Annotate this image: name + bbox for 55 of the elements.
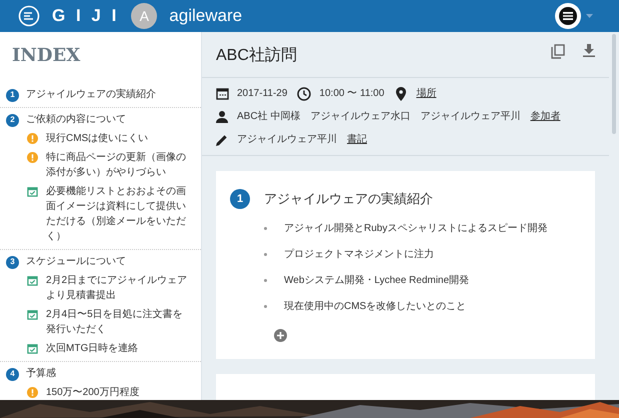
meeting-time: 10:00 〜 11:00 xyxy=(319,87,384,101)
section-number: 1 xyxy=(6,88,19,102)
topic-note: 現在使用中のCMSを改修したいとのこと xyxy=(284,300,466,314)
writer-link[interactable]: 書記 xyxy=(347,132,367,147)
section-title[interactable]: ご依頼の内容について xyxy=(26,113,126,127)
clock-icon xyxy=(297,86,312,100)
meeting-title: ABC社訪問 xyxy=(216,46,297,66)
index-item[interactable]: 特に商品ページの更新（画像の添付が多い）がやりづらい xyxy=(46,150,191,180)
user-menu-icon[interactable] xyxy=(554,2,582,30)
bullet-icon xyxy=(264,304,267,308)
attendee-name: ABC社 中岡様 xyxy=(237,110,300,124)
bullet-icon xyxy=(264,278,267,282)
location-pin-icon xyxy=(396,86,406,100)
download-icon[interactable] xyxy=(583,44,595,57)
topic-note: Webシステム開発・Lychee Redmine開発 xyxy=(284,274,470,288)
bullet-icon xyxy=(264,226,267,230)
index-item[interactable]: 150万〜200万円程度 xyxy=(46,385,140,400)
section-number: 4 xyxy=(6,368,19,380)
place-link[interactable]: 場所 xyxy=(416,86,436,101)
section-number: 1 xyxy=(230,189,250,209)
section-title[interactable]: アジャイルウェアの実績紹介 xyxy=(26,88,156,102)
index-item[interactable]: 2月2日までにアジャイルウェアより見積書提出 xyxy=(46,273,191,303)
calendar-icon xyxy=(216,87,229,100)
calendar-check-icon xyxy=(27,186,38,197)
organization-name: agileware xyxy=(169,5,242,28)
meeting-date: 2017-11-29 xyxy=(237,87,288,101)
section-title[interactable]: 予算感 xyxy=(26,367,56,381)
add-icon[interactable] xyxy=(274,329,287,342)
index-item[interactable]: 次回MTG日時を連絡 xyxy=(46,341,138,356)
alert-icon xyxy=(27,152,38,163)
logo-text: G I J I xyxy=(52,5,120,28)
index-item[interactable]: 現行CMSは使いにくい xyxy=(46,131,148,146)
index-item[interactable]: 必要機能リストとおおよその画面イメージは資料にして提供いただける（別途メールをいただく） xyxy=(46,184,191,244)
pencil-icon xyxy=(216,134,228,146)
index-item[interactable]: 2月4日〜5日を目処に注文書を発行いただく xyxy=(46,307,191,337)
topic-note: アジャイル開発とRubyスペシャリストによるスピード開発 xyxy=(284,222,548,236)
calendar-check-icon xyxy=(27,309,38,320)
attendee-name: アジャイルウェア平川 xyxy=(420,110,520,124)
avatar: A xyxy=(131,3,158,29)
person-icon xyxy=(216,110,228,122)
attendees-link[interactable]: 参加者 xyxy=(530,109,560,124)
topic-title: アジャイルウェアの実績紹介 xyxy=(264,190,433,208)
copy-icon[interactable] xyxy=(551,44,565,59)
logo-icon xyxy=(18,5,40,27)
alert-icon xyxy=(27,133,38,144)
sidebar-title: INDEX xyxy=(11,44,82,68)
writer-name: アジャイルウェア平川 xyxy=(237,132,337,147)
calendar-check-icon xyxy=(27,275,38,286)
calendar-check-icon xyxy=(27,343,38,354)
section-title[interactable]: スケジュールについて xyxy=(26,255,126,269)
section-number: 2 xyxy=(6,114,19,126)
attendee-name: アジャイルウェア水口 xyxy=(310,110,410,124)
bullet-icon xyxy=(264,252,267,256)
topic-note: プロジェクトマネジメントに注力 xyxy=(284,248,434,262)
section-number: 3 xyxy=(6,256,19,268)
